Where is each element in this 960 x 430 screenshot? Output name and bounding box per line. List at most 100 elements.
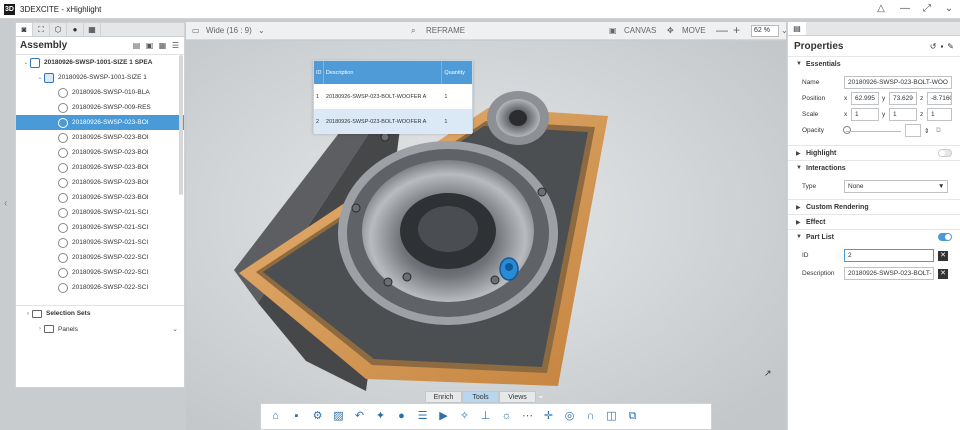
globe-icon[interactable]: ◎ [561,408,578,425]
table-row[interactable]: 1 20180926-SWSP-023-BOLT-WOOFER A 1 [314,84,472,109]
scale-x-field[interactable]: 1 [851,108,879,121]
section-effect[interactable]: ▶ Effect [788,214,960,229]
window-menu-button[interactable]: ⌄ [942,3,956,14]
save-icon[interactable]: ▪ [288,408,305,425]
tree-item[interactable]: 20180926-SWSP-023-BOI [16,115,184,130]
tree-item[interactable]: 20180926-SWSP-021-SCI [16,205,184,220]
reframe-icon[interactable]: ⌕ [411,26,415,36]
chevron-down-icon[interactable]: ⌄ [537,390,545,401]
selection-sets-node[interactable]: › Selection Sets [16,305,184,321]
speaker-3d-model[interactable]: ↗ [186,41,786,430]
column-header-quantity[interactable]: Quantity [442,61,472,84]
section-custom-rendering[interactable]: ▶ Custom Rendering [788,199,960,214]
crosshair-icon[interactable]: ✛ [540,408,557,425]
type-select[interactable]: None [844,180,948,193]
tree-item[interactable]: 20180926-SWSP-022-SCI [16,280,184,295]
light-icon[interactable]: ☼ [498,408,515,425]
column-header-id[interactable]: ID [314,61,324,84]
move-icon[interactable]: ✥ [667,26,674,35]
column-header-description[interactable]: Description [324,61,443,84]
move-button[interactable]: MOVE [682,26,706,35]
variants-tab-icon[interactable]: ⬡ [50,23,67,36]
aspect-ratio-icon[interactable]: ▭ [192,26,200,35]
reset-icon[interactable]: ↺ [930,42,937,51]
axis-icon[interactable]: ⊥ [477,408,494,425]
reframe-button[interactable]: REFRAME [426,26,465,35]
material-icon[interactable]: ● [393,408,410,425]
section-icon[interactable]: ◫ [603,408,620,425]
panels-node[interactable]: › Panels ⌄ [16,321,184,337]
tree-item[interactable]: ⌄ 20180926-SWSP-1001-SIZE 1 SPEA [16,55,184,70]
tree-item[interactable]: 20180926-SWSP-021-SCI [16,235,184,250]
tree-item[interactable]: 20180926-SWSP-022-SCI [16,250,184,265]
properties-tab-icon[interactable]: ▤ [788,22,806,35]
magnet-icon[interactable]: ∩ [582,408,599,425]
image-icon[interactable]: ▨ [330,408,347,425]
zoom-in-button[interactable]: + [733,23,740,37]
position-x-field[interactable]: 62.995 [851,92,879,105]
expand-arrow-icon[interactable]: ⌄ [22,59,30,66]
tree-item[interactable]: 20180926-SWSP-010-BLA [16,85,184,100]
minimize-button[interactable]: — [898,3,912,14]
tree-item[interactable]: 20180926-SWSP-021-SCI [16,220,184,235]
zoom-out-button[interactable]: — [716,23,728,37]
tree-item[interactable]: 20180926-SWSP-023-BOI [16,130,184,145]
measure-icon[interactable]: ⋯ [519,408,536,425]
scale-z-field[interactable]: 1 [927,108,952,121]
filter-icon[interactable]: ▤ [132,41,141,50]
tree-item[interactable]: ⌄ 20180926-SWSP-1001-SIZE 1 [16,70,184,85]
expand-arrow-icon[interactable]: › [24,311,32,317]
stepper-icon[interactable]: ⇕ [924,127,929,135]
save-icon[interactable]: ▪ [940,42,943,51]
camera-tab-icon[interactable]: ◙ [16,23,33,36]
tab-views[interactable]: Views [499,391,536,403]
part-id-field[interactable]: 2 [844,249,934,262]
tree-options-icon[interactable]: ☰ [171,41,180,50]
scale-y-field[interactable]: 1 [889,108,917,121]
collapse-left-panel-icon[interactable]: ‹ [4,198,12,212]
tree-item[interactable]: 20180926-SWSP-023-BOI [16,175,184,190]
highlight-toggle[interactable] [938,149,952,157]
chevron-down-icon[interactable]: ⌄ [258,26,265,35]
tools-icon[interactable]: ✦ [372,408,389,425]
opacity-field[interactable] [905,124,921,137]
tab-tools[interactable]: Tools [462,391,499,403]
copy-icon[interactable]: ⧉ [936,127,941,135]
name-field[interactable]: 20180926-SWSP-023-BOLT-WOO [844,76,952,89]
chevron-down-icon[interactable]: ⌄ [172,325,178,333]
collapse-ribbon-icon[interactable]: △ [874,3,888,14]
undo-icon[interactable]: ↶ [351,408,368,425]
play-icon[interactable]: ▶ [435,408,452,425]
explode-icon[interactable]: ✧ [456,408,473,425]
tab-enrich[interactable]: Enrich [425,391,462,403]
part-list-toggle[interactable] [938,233,952,241]
canvas-icon[interactable]: ▣ [609,26,617,35]
opacity-slider-handle[interactable] [843,126,851,134]
zoom-level-input[interactable]: 62 % [751,25,779,37]
clear-description-icon[interactable]: ✕ [938,269,948,279]
expand-arrow-icon[interactable]: ⌄ [36,74,44,81]
section-part-list[interactable]: ▼ Part List [788,229,960,244]
settings-icon[interactable]: ⚙ [309,408,326,425]
maximize-button[interactable]: ⤢ [920,3,934,14]
clear-id-icon[interactable]: ✕ [938,251,948,261]
expand-arrow-icon[interactable]: › [36,326,44,332]
position-y-field[interactable]: 73.629 [889,92,917,105]
library-tab-icon[interactable]: ▦ [84,23,101,36]
section-interactions[interactable]: ▼ Interactions [788,160,960,175]
tree-item[interactable]: 20180926-SWSP-023-BOI [16,160,184,175]
section-essentials[interactable]: ▼ Essentials [788,56,960,71]
list-icon[interactable]: ☰ [414,408,431,425]
tree-item[interactable]: 20180926-SWSP-023-BOI [16,145,184,160]
aspect-ratio-select[interactable]: Wide (16 : 9) [206,26,252,35]
part-description-field[interactable]: 20180926-SWSP-023-BOLT- [844,267,934,280]
dropdown-arrow-icon[interactable]: ▼ [938,183,944,190]
tree-scrollbar[interactable] [179,55,183,195]
home-icon[interactable]: ⌂ [267,408,284,425]
assembly-tab-icon[interactable]: ⛶ [33,23,50,36]
tree-item[interactable]: 20180926-SWSP-023-BOI [16,190,184,205]
section-highlight[interactable]: ▶ Highlight [788,145,960,160]
share-icon[interactable]: ⧉ [624,408,641,425]
tree-item[interactable]: 20180926-SWSP-009-RES [16,100,184,115]
edit-icon[interactable]: ✎ [947,42,954,51]
